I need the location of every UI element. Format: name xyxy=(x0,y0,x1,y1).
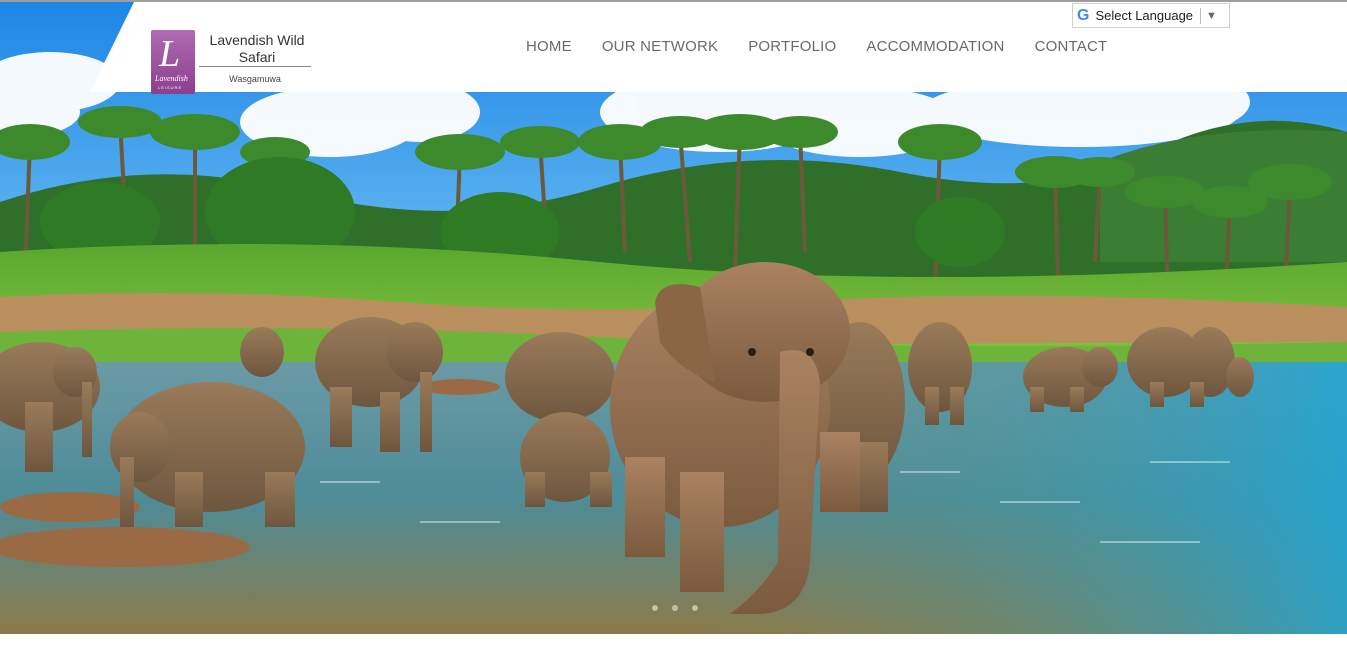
nav-accommodation[interactable]: ACCOMMODATION xyxy=(866,38,1004,55)
brand-location: Wasgamuwa xyxy=(229,74,281,84)
nav-contact[interactable]: CONTACT xyxy=(1035,38,1108,55)
hero-image xyxy=(0,2,1347,634)
logo-divider xyxy=(199,66,311,67)
language-selector-label: Select Language xyxy=(1095,8,1194,23)
logo-letter: L xyxy=(159,33,181,75)
logo-line1: Lavendish xyxy=(155,74,188,83)
main-nav: HOME OUR NETWORK PORTFOLIO ACCOMMODATION… xyxy=(511,38,1122,55)
dropdown-arrow-icon: ▼ xyxy=(1206,9,1217,22)
nav-portfolio[interactable]: PORTFOLIO xyxy=(748,38,836,55)
brand-name: Lavendish Wild Safari xyxy=(209,32,305,65)
slider-dot[interactable] xyxy=(672,605,678,611)
logo-emblem: L Lavendish LEISURE xyxy=(151,30,195,94)
page: L Lavendish LEISURE Lavendish Wild Safar… xyxy=(0,0,1347,671)
nav-our-network[interactable]: OUR NETWORK xyxy=(602,38,718,55)
hero-banner xyxy=(0,2,1347,634)
logo-line2: LEISURE xyxy=(158,85,183,90)
slider-dots xyxy=(652,605,712,611)
google-g-icon: G xyxy=(1077,6,1090,24)
slider-dot[interactable] xyxy=(652,605,658,611)
nav-home[interactable]: HOME xyxy=(526,38,572,55)
site-logo[interactable]: L Lavendish LEISURE Lavendish Wild Safar… xyxy=(151,30,316,96)
language-selector[interactable]: G Select Language ▼ xyxy=(1072,3,1230,28)
language-selector-divider xyxy=(1200,7,1202,24)
slider-dot[interactable] xyxy=(692,605,698,611)
